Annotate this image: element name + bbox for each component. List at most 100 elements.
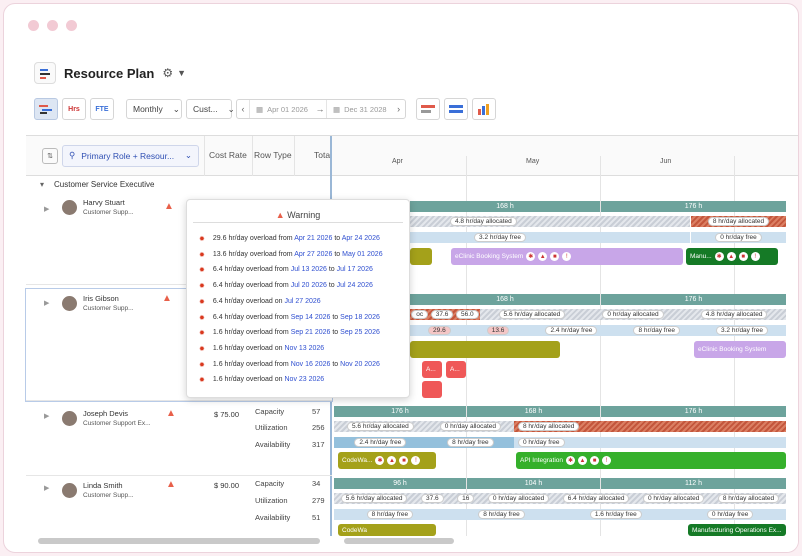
utilization-bar: 5.6 hr/day allocated 37.6 16 0 hr/day al… bbox=[334, 493, 786, 504]
scale-select[interactable]: Monthly ⌄ bbox=[126, 99, 182, 119]
date-link[interactable]: Jul 24 2026 bbox=[337, 282, 373, 289]
date-link[interactable]: Jul 13 2026 bbox=[291, 266, 327, 273]
chevron-down-icon: ⌄ bbox=[227, 103, 235, 114]
utilization-bar: oc 37.6 56.0 bbox=[410, 309, 480, 320]
task-bar[interactable]: CodeWa bbox=[338, 524, 436, 536]
next-icon[interactable]: › bbox=[393, 104, 405, 114]
utilization-pill: 37.6 bbox=[430, 310, 454, 319]
resource-cell: Joseph Devis Customer Support Ex... bbox=[62, 409, 151, 427]
settings-view-button[interactable] bbox=[415, 98, 440, 120]
warning-text: 1.6 hr/day overload on bbox=[212, 344, 283, 352]
warning-icon[interactable]: ▲ bbox=[166, 479, 176, 490]
task-bar[interactable] bbox=[422, 381, 442, 398]
resource-name: Harvy Stuart bbox=[83, 198, 125, 207]
gear-icon[interactable]: ⚙ bbox=[162, 66, 173, 80]
bug-icon: ✹ bbox=[199, 283, 205, 291]
date-link[interactable]: Sep 25 2026 bbox=[340, 329, 380, 336]
date-link[interactable]: Apr 24 2026 bbox=[342, 235, 380, 242]
warning-message: 6.4 hr/day overload on Jul 27 2026 bbox=[213, 298, 321, 306]
group-by-filter[interactable]: ⚲ Primary Role + Resour... ⌄ bbox=[62, 144, 199, 167]
expand-icon[interactable]: ▶ bbox=[44, 205, 49, 213]
date-link[interactable]: Apr 21 2026 bbox=[294, 235, 332, 242]
warning-icon[interactable]: ▲ bbox=[166, 408, 176, 419]
date-link[interactable]: May 01 2026 bbox=[342, 251, 382, 258]
gantt-view-button[interactable] bbox=[34, 98, 58, 120]
page-title: Resource Plan bbox=[64, 65, 155, 81]
task-bar[interactable]: A... bbox=[422, 361, 442, 378]
bug-icon: ✹ bbox=[199, 236, 205, 243]
availability-pill: 2.4 hr/day free bbox=[354, 438, 407, 447]
capacity-bar: 96 h bbox=[334, 478, 466, 489]
filter-label: Primary Role + Resour... bbox=[81, 150, 175, 161]
total-header[interactable]: Tota bbox=[314, 150, 330, 160]
total-cell: 317 bbox=[312, 440, 325, 449]
group-row[interactable]: ▾ Customer Service Executive bbox=[26, 176, 332, 193]
warning-message: 1.6 hr/day overload from Sep 21 2026 to … bbox=[213, 329, 380, 337]
warning-icon[interactable]: ▲ bbox=[162, 293, 172, 304]
date-from-field[interactable]: ▦ Apr 01 2026 bbox=[249, 100, 314, 118]
date-link[interactable]: Jul 17 2026 bbox=[337, 266, 373, 273]
expand-icon[interactable]: ▶ bbox=[44, 299, 49, 307]
star-icon: ✱ bbox=[526, 252, 536, 261]
bug-icon: ✹ bbox=[199, 330, 205, 338]
fte-view-button[interactable]: FTE bbox=[90, 98, 114, 120]
row-type-header[interactable]: Row Type bbox=[254, 150, 292, 160]
cost-rate-header[interactable]: Cost Rate bbox=[209, 150, 247, 160]
app-window: Resource Plan ⚙ ▼ Hrs FTE Monthly ⌄ Cust.… bbox=[3, 3, 799, 553]
availability-pill: 1.6 hr/day free bbox=[589, 510, 642, 519]
date-link[interactable]: Jul 20 2026 bbox=[291, 282, 327, 289]
sort-icon[interactable]: ⇅ bbox=[42, 148, 58, 164]
window-dot[interactable] bbox=[47, 20, 58, 31]
chevron-down-icon[interactable]: ▼ bbox=[177, 68, 186, 78]
date-link[interactable]: Sep 14 2026 bbox=[291, 314, 331, 321]
date-link[interactable]: Jul 27 2026 bbox=[285, 298, 321, 305]
columns-button[interactable] bbox=[443, 98, 468, 120]
date-link[interactable]: Apr 27 2026 bbox=[294, 251, 332, 258]
report-button[interactable] bbox=[471, 98, 496, 120]
expand-icon[interactable]: ▶ bbox=[44, 484, 49, 492]
hours-view-button[interactable]: Hrs bbox=[62, 98, 86, 120]
date-link[interactable]: Sep 18 2026 bbox=[340, 314, 380, 321]
total-cell: 51 bbox=[312, 513, 321, 522]
availability-bar: 0 hr/day free bbox=[691, 232, 786, 243]
date-link[interactable]: Sep 21 2026 bbox=[291, 329, 331, 336]
resource-row[interactable]: ▶ Linda Smith Customer Supp... ▲ $ 90.00 … bbox=[26, 476, 332, 542]
warning-text: 13.6 hr/day overload from bbox=[212, 250, 293, 258]
total-cell: 34 bbox=[312, 479, 321, 488]
date-link[interactable]: Nov 23 2026 bbox=[285, 376, 325, 383]
utilization-bar: 8 hr/day allocated bbox=[691, 216, 786, 227]
info-icon: ! bbox=[750, 252, 760, 261]
resource-row[interactable]: ▶ Joseph Devis Customer Support Ex... ▲ $… bbox=[26, 404, 332, 476]
date-link[interactable]: Nov 13 2026 bbox=[285, 345, 325, 352]
task-bar[interactable]: Manu... ✱ ▲ ■! bbox=[686, 248, 778, 265]
left-horizontal-scrollbar[interactable] bbox=[38, 538, 320, 544]
warning-message: 1.6 hr/day overload from Nov 16 2026 to … bbox=[213, 361, 380, 369]
toolbar: Hrs FTE Monthly ⌄ Cust... ⌄ ‹ ▦ Apr 01 2026… bbox=[34, 97, 496, 121]
warning-icon: ▲ bbox=[538, 252, 548, 261]
task-bar[interactable]: A... bbox=[446, 361, 466, 378]
row-type-cell: Capacity bbox=[255, 479, 285, 488]
date-link[interactable]: Nov 20 2026 bbox=[340, 361, 380, 368]
task-bar[interactable]: eClinic Booking System bbox=[694, 341, 786, 358]
timeline-horizontal-scrollbar[interactable] bbox=[344, 538, 454, 544]
task-bar[interactable]: API Integration ✱ ▲ ■! bbox=[516, 452, 786, 469]
task-bar[interactable] bbox=[410, 248, 432, 265]
prev-icon[interactable]: ‹ bbox=[237, 104, 249, 114]
collapse-icon[interactable]: ▾ bbox=[40, 180, 44, 189]
window-dot[interactable] bbox=[28, 20, 39, 31]
hours-view-label: Hrs bbox=[68, 105, 80, 113]
date-to-field[interactable]: ▦ Dec 31 2028 bbox=[325, 100, 393, 118]
task-bar[interactable]: Manufacturing Operations Ex... bbox=[688, 524, 786, 536]
range-select[interactable]: Cust... ⌄ bbox=[186, 99, 235, 119]
warning-to: to bbox=[332, 360, 339, 368]
task-bar[interactable] bbox=[410, 341, 560, 358]
utilization-pill: 8 hr/day allocated bbox=[717, 494, 780, 503]
expand-icon[interactable]: ▶ bbox=[44, 412, 49, 420]
window-dot[interactable] bbox=[66, 20, 77, 31]
task-bar[interactable]: CodeWa... ✱ ▲ ■! bbox=[338, 452, 436, 469]
task-bar[interactable]: eClinic Booking System ✱ ▲ ■! bbox=[451, 248, 683, 265]
date-link[interactable]: Nov 16 2026 bbox=[291, 361, 331, 368]
warning-message: 1.6 hr/day overload on Nov 13 2026 bbox=[213, 345, 324, 353]
warning-icon[interactable]: ▲ bbox=[164, 201, 174, 212]
availability-bar: 8 hr/day free 8 hr/day free 1.6 hr/day f… bbox=[334, 509, 786, 520]
